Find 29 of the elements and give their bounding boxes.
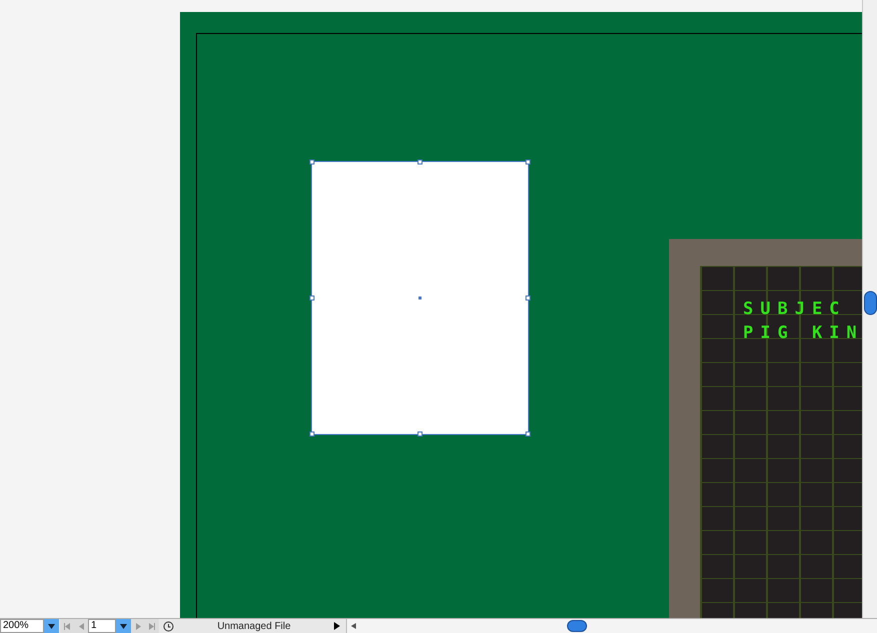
screen-text-line: SUBJEC (743, 298, 848, 320)
selection-handle[interactable] (526, 432, 530, 436)
selection-handle[interactable] (418, 160, 422, 164)
selection-handle[interactable] (526, 160, 530, 164)
dropdown-button[interactable] (116, 619, 131, 633)
horizontal-scrollbar[interactable] (346, 619, 877, 633)
last-icon (149, 622, 155, 630)
scroll-thumb[interactable] (567, 620, 587, 632)
scroll-thumb[interactable] (864, 291, 877, 315)
previous-icon (78, 622, 84, 630)
vertical-scrollbar[interactable] (862, 0, 877, 618)
caret-icon (48, 624, 55, 628)
next-icon (136, 622, 140, 630)
selection-handle[interactable] (310, 296, 314, 300)
page-field[interactable]: 1 (88, 619, 116, 633)
file-status: Unmanaged File (216, 620, 292, 633)
menu-arrow-icon[interactable] (334, 622, 340, 630)
left-arrow-icon[interactable] (351, 623, 356, 629)
first-icon (64, 622, 70, 630)
selection-handle[interactable] (526, 296, 530, 300)
center-point (418, 296, 422, 300)
clock-icon[interactable] (163, 620, 174, 632)
screen-text-line: PIG KIN (743, 322, 862, 344)
zoom-field[interactable]: 200% (0, 619, 44, 633)
selection-handle[interactable] (310, 160, 314, 164)
selection-handle[interactable] (418, 432, 422, 436)
dropdown-button[interactable] (44, 619, 59, 633)
selection-handle[interactable] (310, 432, 314, 436)
caret-icon (120, 624, 127, 628)
